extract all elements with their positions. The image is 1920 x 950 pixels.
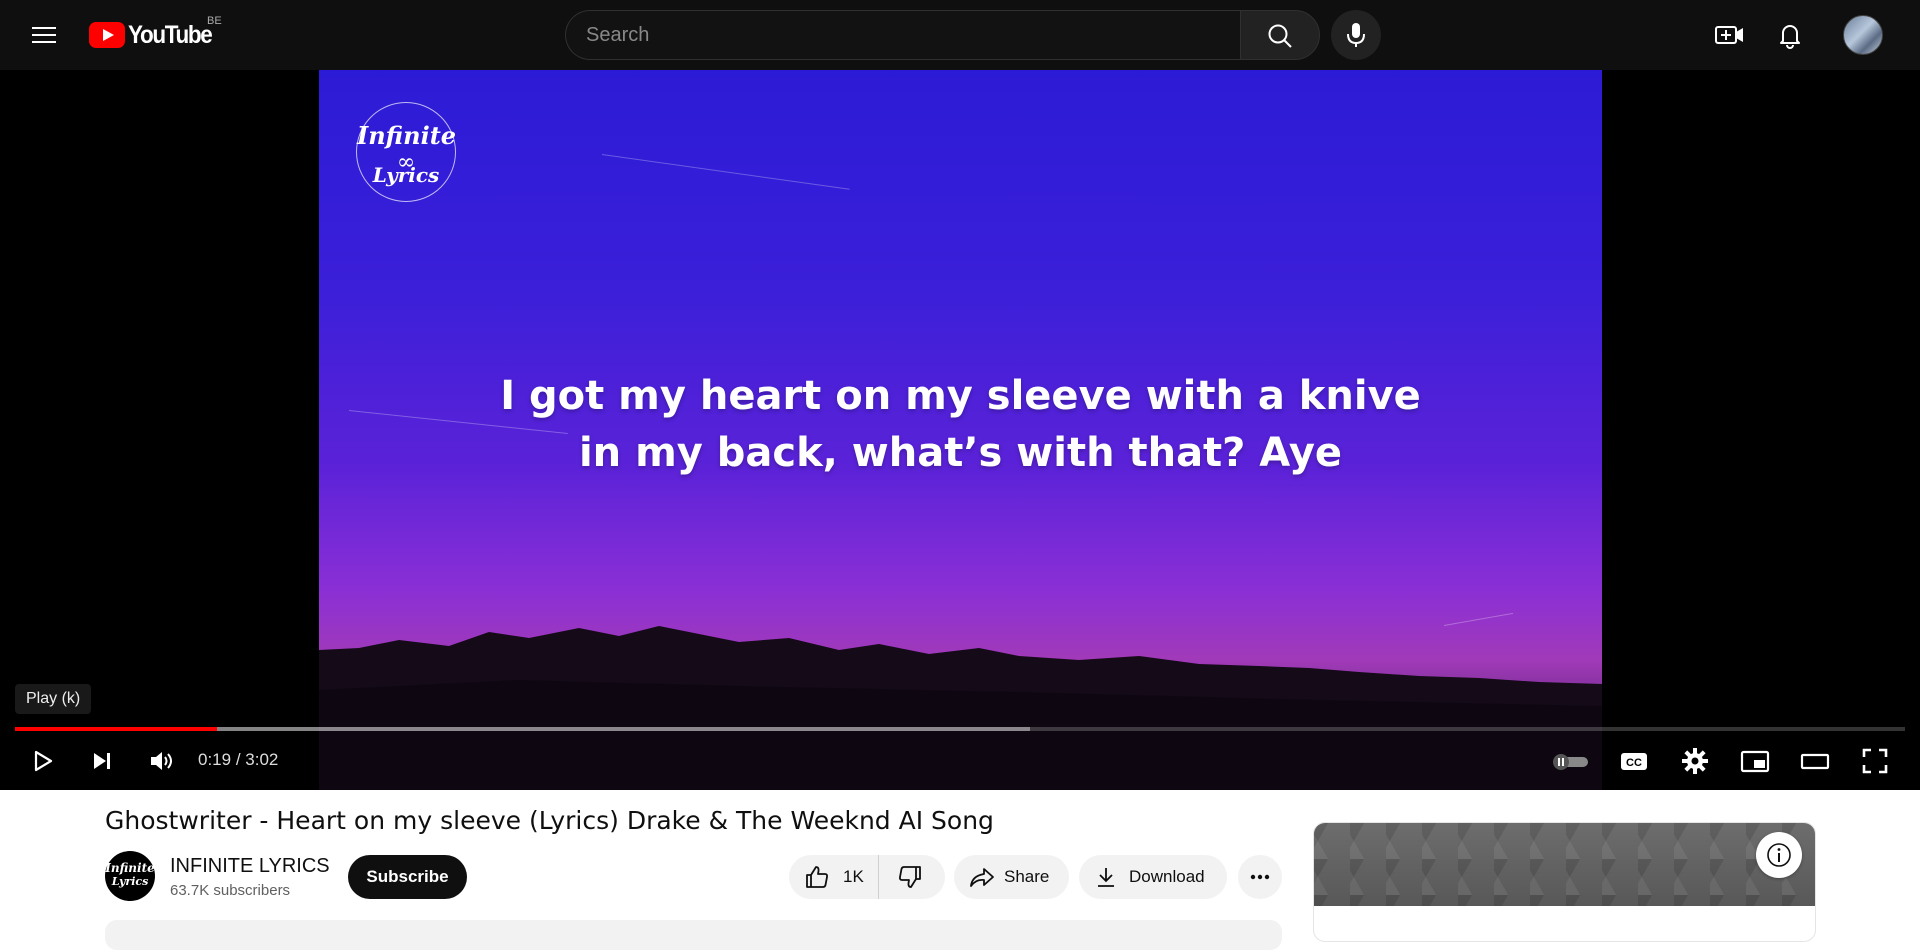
channel-avatar-line2: Lyrics: [111, 875, 149, 888]
video-frame: Infinite ∞ Lyrics I got my heart on my s…: [319, 70, 1602, 790]
dislike-button[interactable]: [880, 855, 945, 899]
sidebar-card-banner: [1314, 823, 1815, 906]
time-display: 0:19 / 3:02: [198, 750, 278, 770]
masthead: YouTube BE: [0, 0, 1920, 70]
miniplayer-button[interactable]: [1731, 737, 1779, 785]
current-time: 0:19: [198, 750, 232, 769]
channel-watermark-logo: Infinite ∞ Lyrics: [356, 102, 456, 202]
autoplay-toggle-icon: [1553, 754, 1588, 770]
download-icon: [1098, 868, 1114, 887]
fullscreen-button[interactable]: [1851, 737, 1899, 785]
channel-name[interactable]: INFINITE LYRICS: [170, 855, 330, 878]
fullscreen-icon: [1862, 748, 1888, 774]
miniplayer-icon: [1740, 750, 1770, 773]
share-button[interactable]: Share: [954, 855, 1069, 899]
settings-gear-icon: [1682, 748, 1708, 774]
next-button[interactable]: [78, 737, 126, 785]
subscriber-count: 63.7K subscribers: [170, 882, 291, 899]
account-avatar[interactable]: [1843, 15, 1883, 55]
download-button[interactable]: Download: [1079, 855, 1227, 899]
more-actions-button[interactable]: [1238, 855, 1282, 899]
duration: 3:02: [245, 750, 279, 769]
captions-icon: CC: [1621, 753, 1647, 770]
search-box: [565, 10, 1320, 60]
sky-streak: [601, 154, 850, 190]
volume-icon: [151, 752, 172, 770]
microphone-icon: [1347, 23, 1365, 47]
lyric-line-2: in my back, what’s with that? Aye: [578, 430, 1343, 476]
menu-icon[interactable]: [24, 17, 64, 53]
video-player[interactable]: Infinite ∞ Lyrics I got my heart on my s…: [0, 70, 1920, 790]
settings-button[interactable]: [1671, 737, 1719, 785]
sidebar-card: [1313, 822, 1816, 942]
autoplay-toggle[interactable]: [1546, 737, 1594, 785]
create-button[interactable]: [1709, 15, 1749, 55]
thumbs-down-icon: [899, 866, 921, 888]
watermark-line1: Infinite: [357, 121, 457, 150]
like-count: 1K: [843, 867, 864, 886]
like-button[interactable]: 1K: [789, 855, 879, 899]
channel-avatar-line1: Infinite: [105, 861, 155, 875]
like-dislike-group: 1K: [789, 855, 945, 899]
mountain-silhouette: [319, 626, 1602, 790]
download-label: Download: [1129, 867, 1205, 886]
search-button[interactable]: [1240, 10, 1320, 60]
notifications-button[interactable]: [1770, 15, 1810, 55]
more-horizontal-icon: [1250, 874, 1270, 880]
share-icon: [970, 868, 994, 887]
svg-text:CC: CC: [1626, 757, 1642, 769]
mute-button[interactable]: [137, 737, 185, 785]
info-button[interactable]: [1756, 832, 1802, 878]
country-code: BE: [207, 15, 222, 27]
progress-played: [15, 727, 218, 731]
logo-text: YouTube: [128, 20, 213, 49]
play-tooltip: Play (k): [15, 684, 92, 714]
progress-bar[interactable]: [15, 727, 1905, 731]
notifications-bell-icon: [1780, 25, 1800, 49]
create-video-icon: [1715, 26, 1743, 44]
captions-button[interactable]: CC: [1610, 737, 1658, 785]
time-separator: /: [231, 750, 246, 769]
theater-mode-icon: [1800, 753, 1830, 770]
search-icon: [1268, 24, 1292, 48]
play-button[interactable]: [18, 737, 66, 785]
next-icon: [94, 753, 110, 769]
lyric-line-1: I got my heart on my sleeve with a knive: [500, 373, 1421, 419]
thumbs-up-icon: [806, 866, 828, 888]
youtube-play-icon: [89, 22, 125, 48]
channel-avatar[interactable]: Infinite Lyrics: [105, 851, 155, 901]
lyrics-text: I got my heart on my sleeve with a knive…: [319, 368, 1602, 482]
search-input[interactable]: [565, 10, 1240, 60]
info-icon: [1767, 843, 1791, 867]
voice-search-button[interactable]: [1331, 10, 1381, 60]
subscribe-button[interactable]: Subscribe: [348, 855, 467, 899]
play-icon: [34, 750, 53, 772]
theater-mode-button[interactable]: [1791, 737, 1839, 785]
share-label: Share: [1004, 867, 1050, 886]
description-box[interactable]: [105, 920, 1282, 950]
youtube-logo[interactable]: YouTube: [89, 20, 221, 50]
watermark-line2: Lyrics: [372, 163, 440, 187]
video-title: Ghostwriter - Heart on my sleeve (Lyrics…: [105, 806, 994, 835]
